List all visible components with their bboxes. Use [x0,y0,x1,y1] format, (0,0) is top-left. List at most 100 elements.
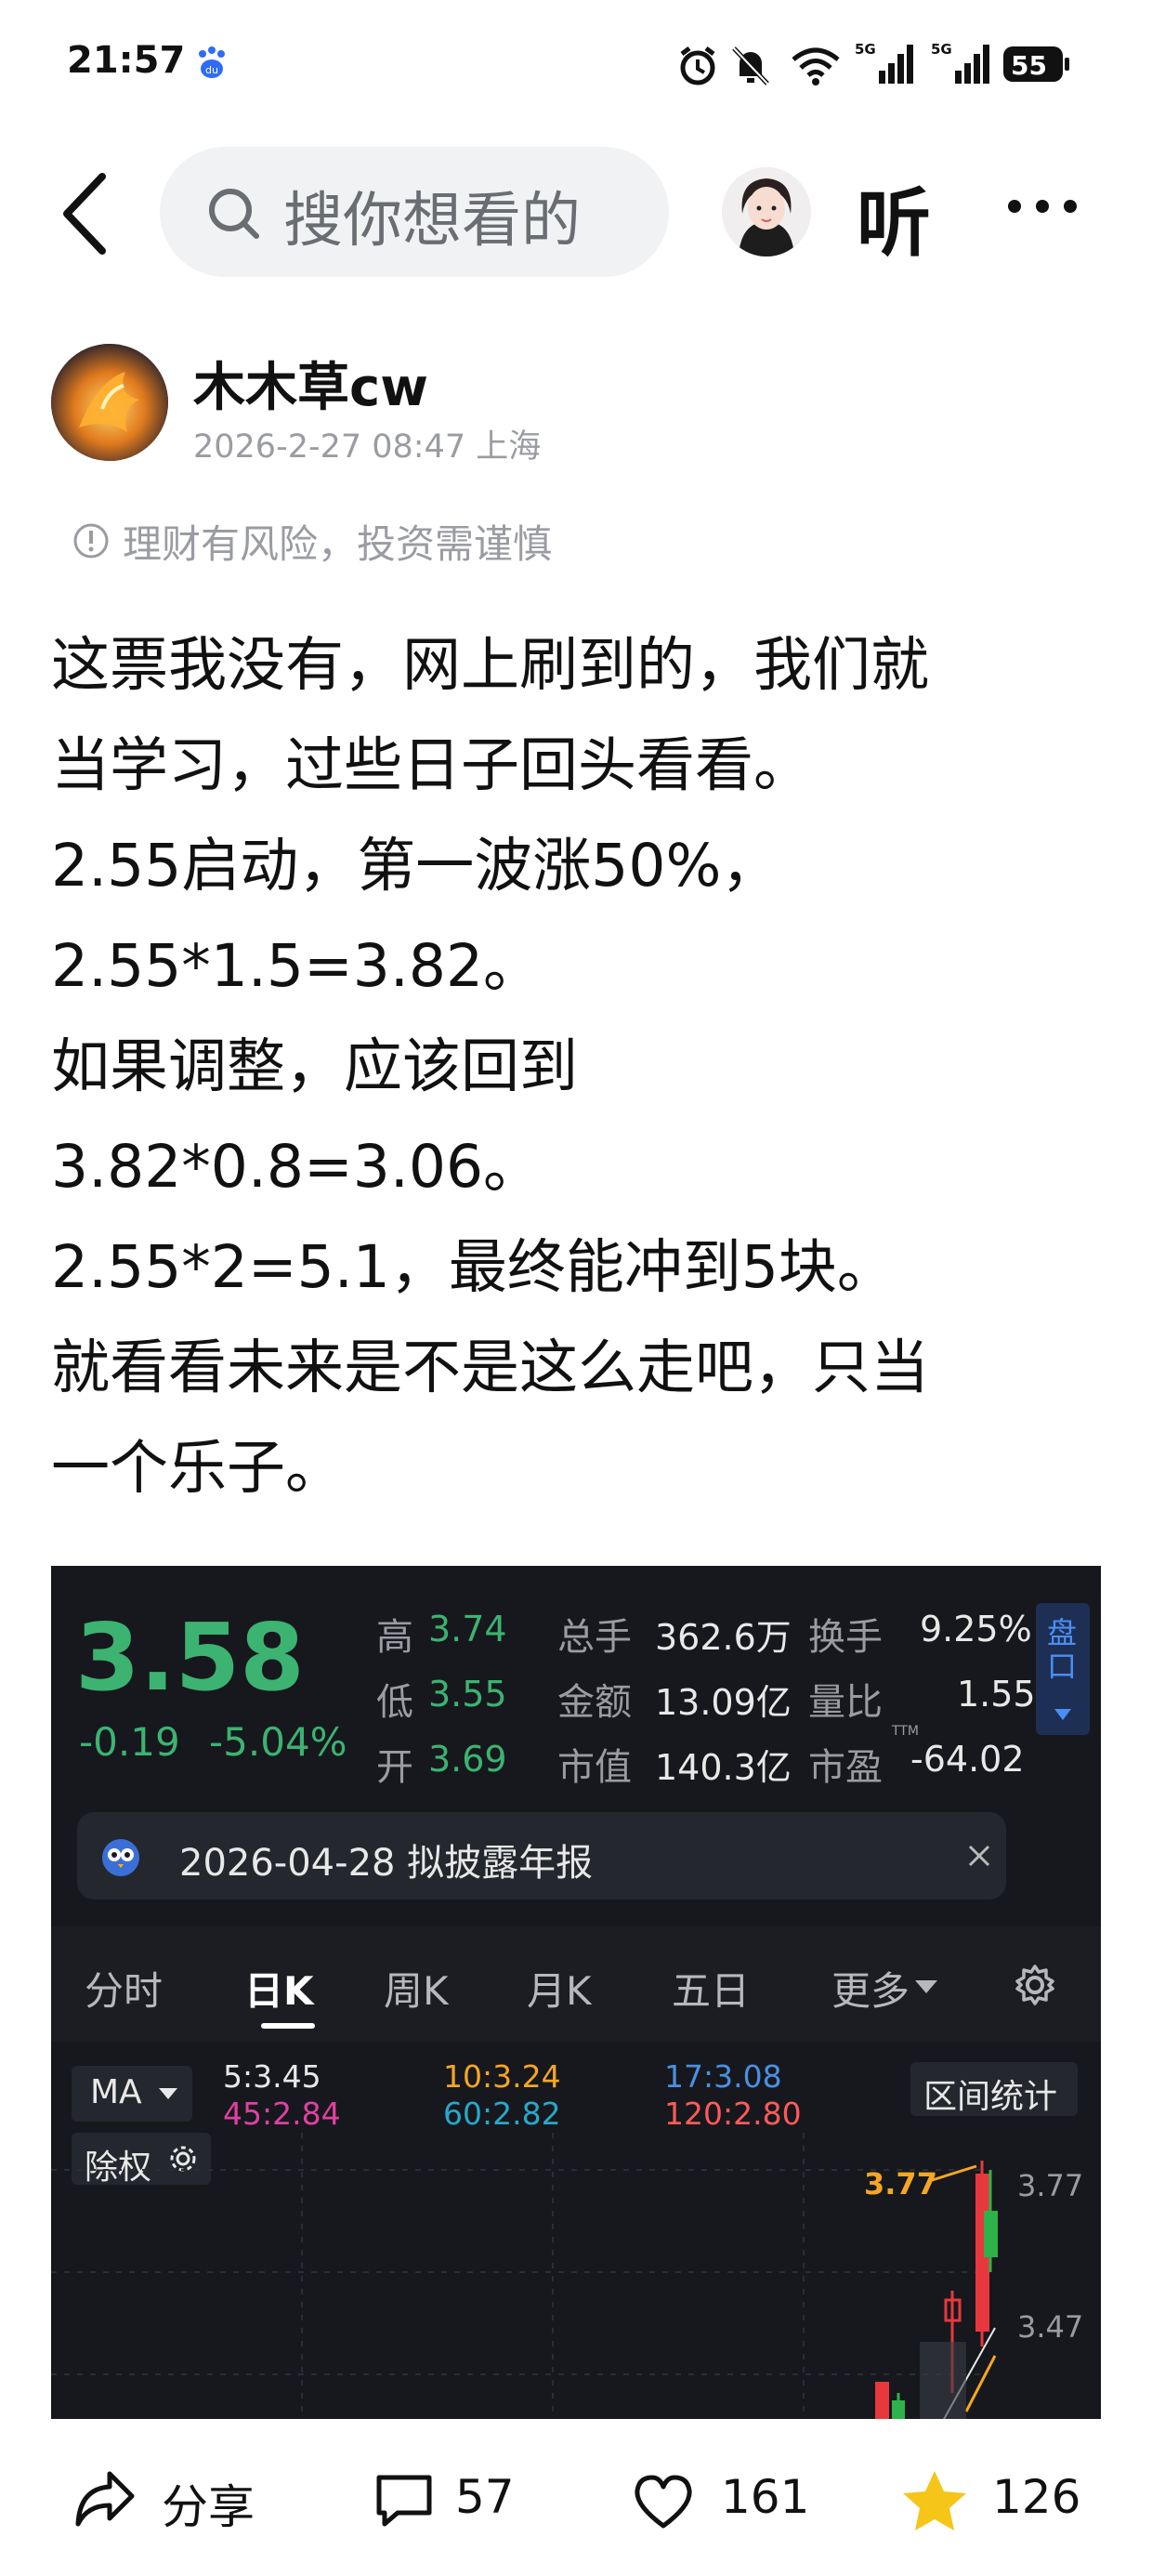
bottom-action-bar: 分享 57 161 126 [0,2435,1152,2576]
stock-change-pct: -5.04% [209,1719,347,1765]
high-label: 高 [376,1616,413,1659]
stock-change: -0.19 [79,1719,180,1765]
ma5-value: 5:3.45 [223,2058,321,2095]
caret-down-icon [159,2088,177,2099]
pankou-label: 盘口 [1047,1615,1078,1684]
gear-icon[interactable] [1014,1964,1056,2006]
mktcap-label: 市值 [557,1746,632,1789]
stock-price: 3.58 [75,1603,305,1712]
tab-fenshi[interactable]: 分时 [85,1960,163,2017]
share-icon [75,2471,135,2527]
pe-label: 市盈 [808,1746,883,1789]
post-line: 3.82*0.8=3.06。 [51,1133,543,1201]
battery-level: 55 [1011,50,1047,81]
comment-count: 57 [455,2470,515,2524]
comment-icon [376,2475,432,2527]
turnover-label: 换手 [808,1616,883,1659]
high-value: 3.74 [428,1609,507,1649]
vol-ratio-value: 1.55 [957,1674,1036,1715]
amount-value: 13.09亿 [655,1682,792,1723]
post-line: 就看看未来是不是这么走吧，只当 [51,1334,929,1401]
share-label: 分享 [162,2480,255,2534]
ma-label: MA [90,2073,142,2111]
baidu-app-icon: du [195,45,229,85]
pe-value: -64.02 [910,1739,1025,1780]
axis-label: 3.47 [1017,2309,1084,2345]
favorite-count: 126 [992,2470,1081,2524]
caret-down-icon [1054,1709,1071,1720]
kline-tabs: 分时 日K 周K 月K 五日 更多 [51,1926,1101,2042]
axis-label: 3.77 [1017,2168,1084,2203]
post-body: 这票我没有，网上刷到的，我们就 当学习，过些日子回头看看。 2.55启动，第一波… [51,615,1110,1518]
search-placeholder[interactable]: 搜你想看的 [283,173,581,258]
mute-icon [730,45,771,91]
tab-zhouk[interactable]: 周K [384,1960,449,2017]
share-button[interactable]: 分享 [72,2463,286,2546]
listen-button[interactable]: 听 [857,164,931,271]
owl-icon [102,1839,139,1876]
back-button[interactable] [54,169,119,258]
post-line: 当学习，过些日子回头看看。 [51,731,812,799]
comment-button[interactable]: 57 [373,2463,550,2546]
battery-icon: 55 [1003,46,1070,87]
chart-high-marker: 3.77 [864,2166,937,2201]
search-icon [204,184,264,247]
ma17-value: 17:3.08 [664,2058,782,2095]
turnover-value: 9.25% [920,1609,1032,1649]
low-value: 3.55 [428,1674,507,1715]
kline-chart [51,2133,998,2419]
avatar [722,167,811,256]
alarm-icon [676,45,719,91]
wifi-icon [790,45,842,89]
low-label: 低 [376,1681,413,1724]
post-line: 2.55*2=5.1，最终能冲到5块。 [51,1233,896,1301]
caret-down-icon [915,1980,937,1993]
post-line: 一个乐子。 [51,1434,344,1502]
ma60-value: 60:2.82 [443,2096,561,2132]
notice-text: 2026-04-28 拟披露年报 [179,1842,594,1885]
ma-selector[interactable]: MA [72,2066,192,2122]
post-line: 这票我没有，网上刷到的，我们就 [51,631,929,699]
volume-value: 362.6万 [655,1617,792,1658]
svg-text:5G: 5G [855,41,876,58]
star-icon [903,2471,966,2530]
author-name[interactable]: 木木草cw [193,346,428,421]
tab-yuek[interactable]: 月K [527,1960,592,2017]
svg-text:5G: 5G [931,41,952,58]
pe-ttm-tag: TTM [892,1724,919,1739]
heart-icon [635,2475,692,2529]
tab-wuri[interactable]: 五日 [672,1960,750,2017]
close-icon[interactable] [967,1844,991,1868]
stock-quote-image[interactable]: 3.58 -0.19 -5.04% 高 3.74 低 3.55 开 3.69 总… [51,1566,1101,2419]
post-line: 2.55*1.5=3.82。 [51,932,543,1000]
post-line: 2.55启动，第一波涨50%， [51,832,780,900]
range-stats-button[interactable]: 区间统计 [910,2062,1078,2116]
like-button[interactable]: 161 [632,2463,818,2546]
range-stats-label: 区间统计 [923,2078,1058,2116]
open-value: 3.69 [428,1739,507,1780]
author-avatar[interactable] [51,344,168,461]
ma10-value: 10:3.24 [443,2058,561,2095]
volume-label: 总手 [557,1616,632,1659]
risk-notice: 理财有风险，投资需谨慎 [123,521,553,567]
ma120-value: 120:2.80 [664,2096,802,2132]
amount-label: 金额 [557,1681,632,1724]
svg-text:du: du [205,64,218,76]
signal-icon: 5G [931,41,992,89]
like-count: 161 [721,2470,810,2524]
tab-more[interactable]: 更多 [831,1960,910,2017]
ma45-value: 45:2.84 [223,2096,341,2132]
favorite-button[interactable]: 126 [901,2463,1087,2546]
tab-rik[interactable]: 日K [244,1960,314,2017]
pankou-button[interactable]: 盘口 [1036,1603,1090,1735]
back-icon [63,173,106,255]
signal-icon: 5G [855,41,916,89]
notice-bar[interactable]: 2026-04-28 拟披露年报 [77,1812,1006,1899]
status-time: 21:57 [67,39,186,82]
user-avatar-button[interactable] [722,167,811,256]
mktcap-value: 140.3亿 [655,1747,792,1788]
post-line: 如果调整，应该回到 [51,1032,578,1100]
vol-ratio-label: 量比 [808,1681,883,1724]
more-button[interactable] [1005,197,1080,219]
post-meta: 2026-2-27 08:47 上海 [193,428,542,466]
